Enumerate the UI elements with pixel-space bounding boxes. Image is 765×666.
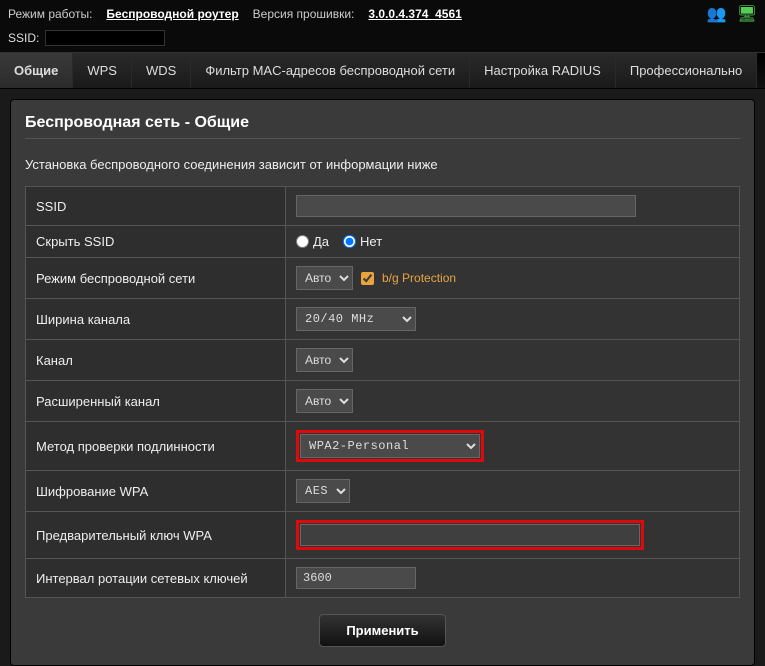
highlight-psk — [296, 520, 644, 550]
tab-macfilter[interactable]: Фильтр MAC-адресов беспроводной сети — [191, 53, 470, 88]
radio-hide-no-label: Нет — [360, 234, 382, 249]
label-ssid: SSID — [26, 187, 286, 226]
tab-pro[interactable]: Профессионально — [616, 53, 757, 88]
row-auth: Метод проверки подлинности WPA2-Personal — [26, 422, 740, 471]
label-rekey: Интервал ротации сетевых ключей — [26, 559, 286, 598]
checkbox-bg[interactable] — [361, 272, 374, 285]
select-mode[interactable]: Авто — [296, 266, 353, 290]
tab-wps[interactable]: WPS — [73, 53, 132, 88]
fw-label: Версия прошивки: — [253, 7, 355, 21]
panel-separator — [25, 138, 740, 139]
select-auth[interactable]: WPA2-Personal — [300, 434, 480, 458]
panel-title: Беспроводная сеть - Общие — [25, 114, 740, 132]
select-channel[interactable]: Авто — [296, 348, 353, 372]
ssid-top-input[interactable] — [45, 30, 165, 46]
row-ssid: SSID — [26, 187, 740, 226]
label-hide-ssid: Скрыть SSID — [26, 226, 286, 258]
input-rekey[interactable] — [296, 567, 416, 589]
ssid-label: SSID: — [8, 31, 39, 45]
ssid-bar: SSID: — [0, 28, 765, 52]
mode-label: Режим работы: — [8, 7, 92, 21]
mode-link[interactable]: Беспроводной роутер — [106, 7, 238, 21]
tab-wds[interactable]: WDS — [132, 53, 191, 88]
row-width: Ширина канала 20/40 MHz — [26, 299, 740, 340]
fw-link[interactable]: 3.0.0.4.374_4561 — [368, 7, 461, 21]
select-enc[interactable]: AES — [296, 479, 350, 503]
tab-radius[interactable]: Настройка RADIUS — [470, 53, 616, 88]
radio-hide-yes[interactable] — [296, 235, 309, 248]
radio-hide-no[interactable] — [343, 235, 356, 248]
label-width: Ширина канала — [26, 299, 286, 340]
input-ssid[interactable] — [296, 195, 636, 217]
label-bg-protection: b/g Protection — [382, 271, 456, 285]
label-channel: Канал — [26, 340, 286, 381]
label-ext: Расширенный канал — [26, 381, 286, 422]
panel-desc: Установка беспроводного соединения завис… — [25, 157, 740, 172]
radio-hide-yes-label: Да — [313, 234, 329, 249]
tab-general[interactable]: Общие — [0, 53, 73, 88]
select-ext[interactable]: Авто — [296, 389, 353, 413]
users-icon[interactable]: 👥 — [707, 4, 727, 24]
top-bar: Режим работы: Беспроводной роутер Версия… — [0, 0, 765, 28]
select-width[interactable]: 20/40 MHz — [296, 307, 416, 331]
row-mode: Режим беспроводной сети Авто b/g Protect… — [26, 258, 740, 299]
row-channel: Канал Авто — [26, 340, 740, 381]
label-mode: Режим беспроводной сети — [26, 258, 286, 299]
apply-button[interactable]: Применить — [319, 614, 445, 647]
row-rekey: Интервал ротации сетевых ключей — [26, 559, 740, 598]
label-enc: Шифрование WPA — [26, 471, 286, 512]
highlight-auth: WPA2-Personal — [296, 430, 484, 462]
network-icon[interactable]: 🖥 — [737, 4, 757, 24]
settings-table: SSID Скрыть SSID Да Нет Режим беспроводн… — [25, 186, 740, 598]
settings-panel: Беспроводная сеть - Общие Установка бесп… — [10, 99, 755, 666]
row-hide-ssid: Скрыть SSID Да Нет — [26, 226, 740, 258]
label-auth: Метод проверки подлинности — [26, 422, 286, 471]
row-ext: Расширенный канал Авто — [26, 381, 740, 422]
input-psk[interactable] — [300, 524, 640, 546]
row-psk: Предварительный ключ WPA — [26, 512, 740, 559]
button-row: Применить — [25, 614, 740, 647]
row-enc: Шифрование WPA AES — [26, 471, 740, 512]
label-psk: Предварительный ключ WPA — [26, 512, 286, 559]
tab-strip: Общие WPS WDS Фильтр MAC-адресов беспров… — [0, 52, 765, 89]
